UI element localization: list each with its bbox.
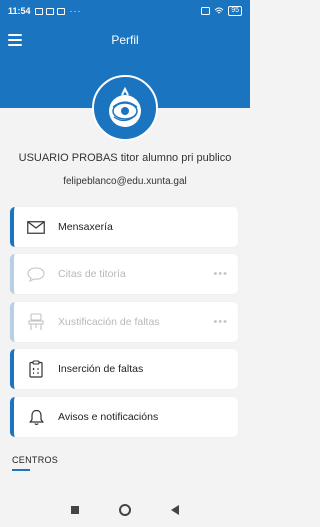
menu-item-insercion-de-faltas[interactable]: Inserción de faltas [10, 349, 238, 389]
menu-item-xustificacion-de-faltas[interactable]: Xustificación de faltas ••• [10, 302, 238, 342]
mail-notification-icon [56, 7, 65, 15]
battery-indicator: 95 [228, 6, 242, 16]
back-icon[interactable] [171, 504, 179, 515]
desk-chair-icon [14, 313, 58, 331]
app-header: Perfil [0, 22, 250, 60]
menu-item-label: Avisos e notificacións [58, 411, 159, 423]
logo-icon [109, 86, 141, 127]
menu-item-label: Mensaxería [58, 221, 113, 233]
menu-item-mensaxeria[interactable]: Mensaxería [10, 207, 238, 247]
wifi-icon [214, 7, 224, 14]
menu-item-label: Inserción de faltas [58, 363, 144, 375]
menu-item-label: Xustificación de faltas [58, 316, 160, 328]
menu-item-citas-de-titoria[interactable]: Citas de titoría ••• [10, 254, 238, 294]
mail-icon [14, 220, 58, 234]
chat-bubble-icon [14, 266, 58, 282]
avatar [92, 75, 158, 141]
more-options-icon[interactable]: ••• [213, 268, 228, 280]
more-options-icon[interactable]: ••• [213, 316, 228, 328]
home-icon[interactable] [119, 503, 131, 516]
status-time: 11:54 [8, 6, 31, 16]
section-underline [12, 469, 30, 471]
notification-icon [34, 7, 43, 15]
bell-icon [14, 409, 58, 426]
menu-item-label: Citas de titoría [58, 268, 126, 280]
menu-item-avisos-e-notificacions[interactable]: Avisos e notificacións [10, 397, 238, 437]
user-name: USUARIO PROBAS titor alumno pri publico [18, 152, 232, 164]
status-bar: 11:54 ··· 95 [0, 0, 250, 22]
mail-notification-icon [45, 7, 54, 15]
section-title-centros[interactable]: CENTROS [12, 455, 58, 465]
more-notifications: ··· [69, 6, 82, 16]
clipboard-icon [14, 360, 58, 378]
page-title: Perfil [111, 33, 139, 47]
user-email: felipeblanco@edu.xunta.gal [63, 176, 187, 187]
system-nav-bar [0, 492, 250, 527]
recent-apps-icon[interactable] [71, 505, 79, 514]
sim-icon [201, 7, 211, 15]
